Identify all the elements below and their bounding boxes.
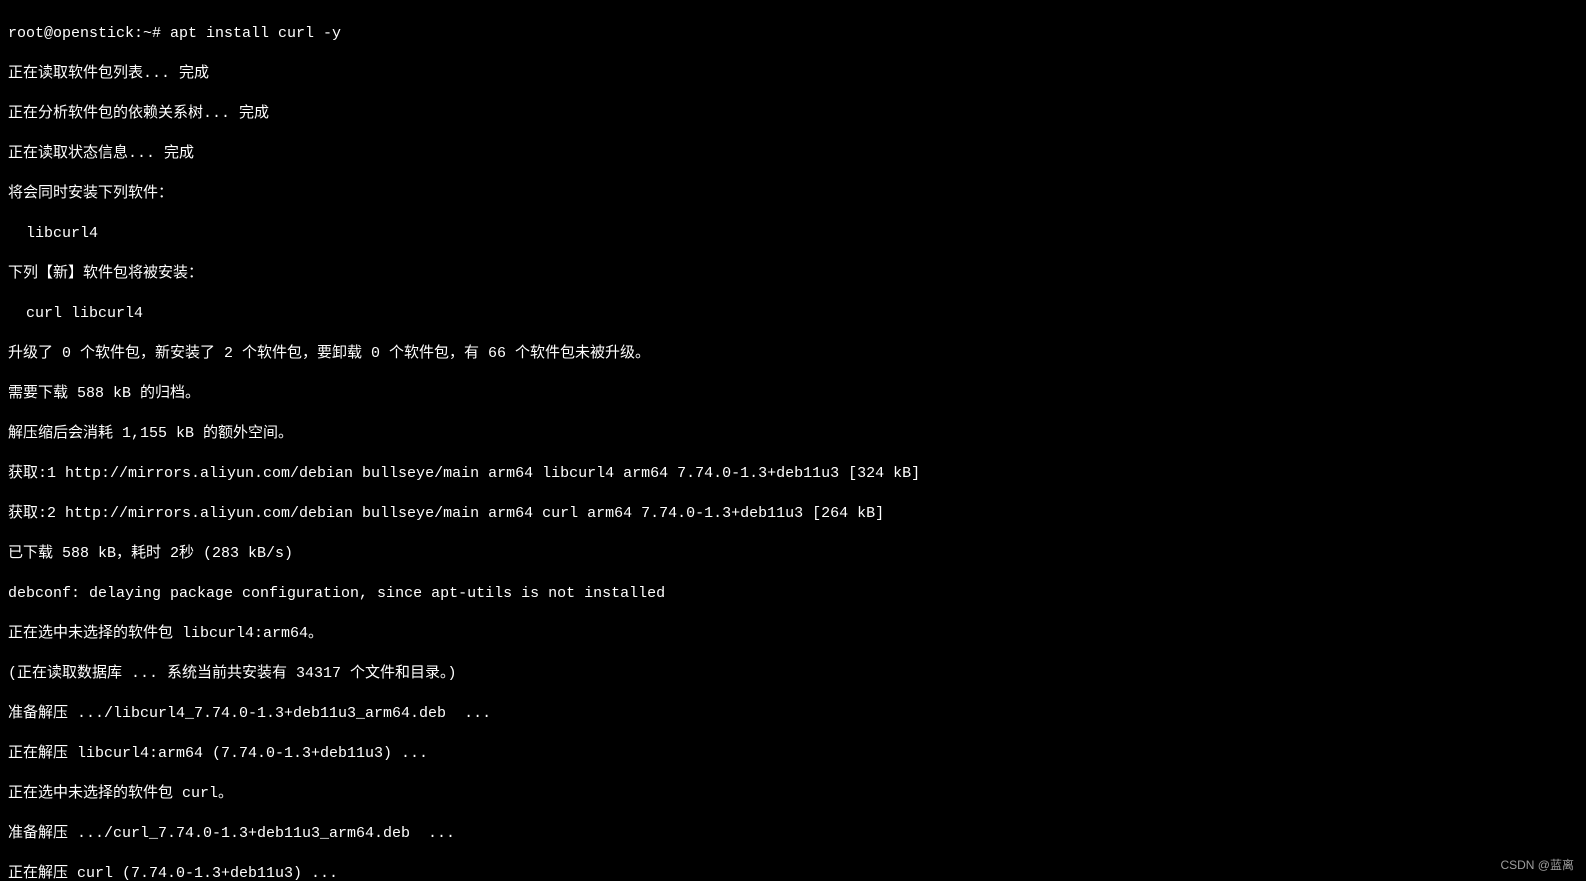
output-line: 将会同时安装下列软件： (8, 184, 1578, 204)
output-line: 获取:1 http://mirrors.aliyun.com/debian bu… (8, 464, 1578, 484)
terminal-output[interactable]: root@openstick:~# apt install curl -y 正在… (0, 0, 1586, 881)
output-line: 升级了 0 个软件包，新安装了 2 个软件包，要卸载 0 个软件包，有 66 个… (8, 344, 1578, 364)
prompt-line: root@openstick:~# apt install curl -y (8, 24, 1578, 44)
watermark-text: CSDN @蓝​离 (1500, 855, 1574, 875)
output-line: 正在分析软件包的依赖关系树... 完成 (8, 104, 1578, 124)
output-line: libcurl4 (8, 224, 1578, 244)
shell-prompt: root@openstick:~# (8, 25, 170, 42)
output-line: 下列【新】软件包将被安装： (8, 264, 1578, 284)
output-line: curl libcurl4 (8, 304, 1578, 324)
output-line: 准备解压 .../curl_7.74.0-1.3+deb11u3_arm64.d… (8, 824, 1578, 844)
output-line: 正在读取状态信息... 完成 (8, 144, 1578, 164)
output-line: 已下载 588 kB，耗时 2秒 (283 kB/s) (8, 544, 1578, 564)
command-text: apt install curl -y (170, 25, 341, 42)
output-line: 正在读取软件包列表... 完成 (8, 64, 1578, 84)
output-line: 正在选中未选择的软件包 curl。 (8, 784, 1578, 804)
output-line: (正在读取数据库 ... 系统当前共安装有 34317 个文件和目录。) (8, 664, 1578, 684)
output-line: debconf: delaying package configuration,… (8, 584, 1578, 604)
output-line: 获取:2 http://mirrors.aliyun.com/debian bu… (8, 504, 1578, 524)
output-line: 正在解压 libcurl4:arm64 (7.74.0-1.3+deb11u3)… (8, 744, 1578, 764)
output-line: 需要下载 588 kB 的归档。 (8, 384, 1578, 404)
output-line: 正在选中未选择的软件包 libcurl4:arm64。 (8, 624, 1578, 644)
output-line: 解压缩后会消耗 1,155 kB 的额外空间。 (8, 424, 1578, 444)
output-line: 正在解压 curl (7.74.0-1.3+deb11u3) ... (8, 864, 1578, 881)
output-line: 准备解压 .../libcurl4_7.74.0-1.3+deb11u3_arm… (8, 704, 1578, 724)
